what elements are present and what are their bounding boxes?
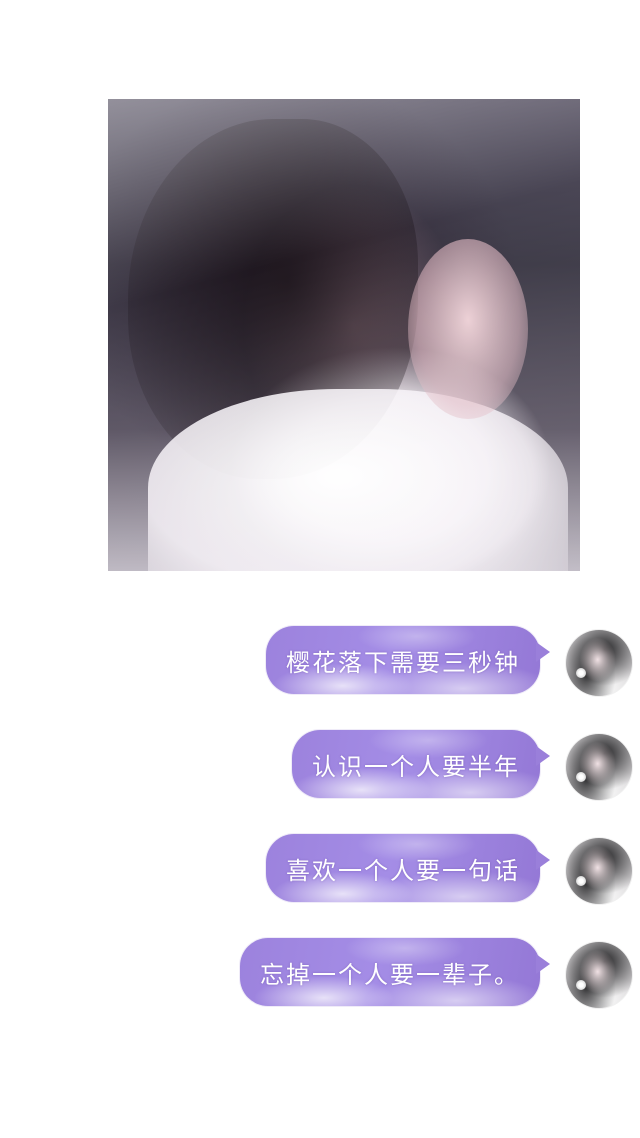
message-bubble[interactable]: 樱花落下需要三秒钟 (266, 626, 550, 694)
message-row: 忘掉一个人要一辈子。 (0, 938, 640, 1010)
flower-icon (576, 772, 586, 782)
message-row: 认识一个人要半年 (0, 730, 640, 802)
message-row: 樱花落下需要三秒钟 (0, 626, 640, 698)
message-bubble[interactable]: 认识一个人要半年 (292, 730, 550, 798)
bubble-tail (536, 954, 550, 974)
avatar[interactable] (566, 942, 632, 1008)
message-text: 樱花落下需要三秒钟 (286, 648, 520, 677)
bubble-tail (536, 746, 550, 766)
message-bubble[interactable]: 喜欢一个人要一句话 (266, 834, 550, 902)
photo-glow-overlay (108, 99, 580, 571)
message-text: 喜欢一个人要一句话 (286, 856, 520, 885)
flower-icon (576, 876, 586, 886)
bubble-tail (536, 642, 550, 662)
avatar[interactable] (566, 838, 632, 904)
avatar[interactable] (566, 734, 632, 800)
flower-icon (576, 668, 586, 678)
message-text: 认识一个人要半年 (312, 752, 520, 781)
message-row: 喜欢一个人要一句话 (0, 834, 640, 906)
message-text: 忘掉一个人要一辈子。 (260, 960, 520, 989)
avatar[interactable] (566, 630, 632, 696)
portrait-photo (108, 99, 580, 571)
flower-icon (576, 980, 586, 990)
bubble-tail (536, 850, 550, 870)
message-bubble[interactable]: 忘掉一个人要一辈子。 (240, 938, 550, 1006)
